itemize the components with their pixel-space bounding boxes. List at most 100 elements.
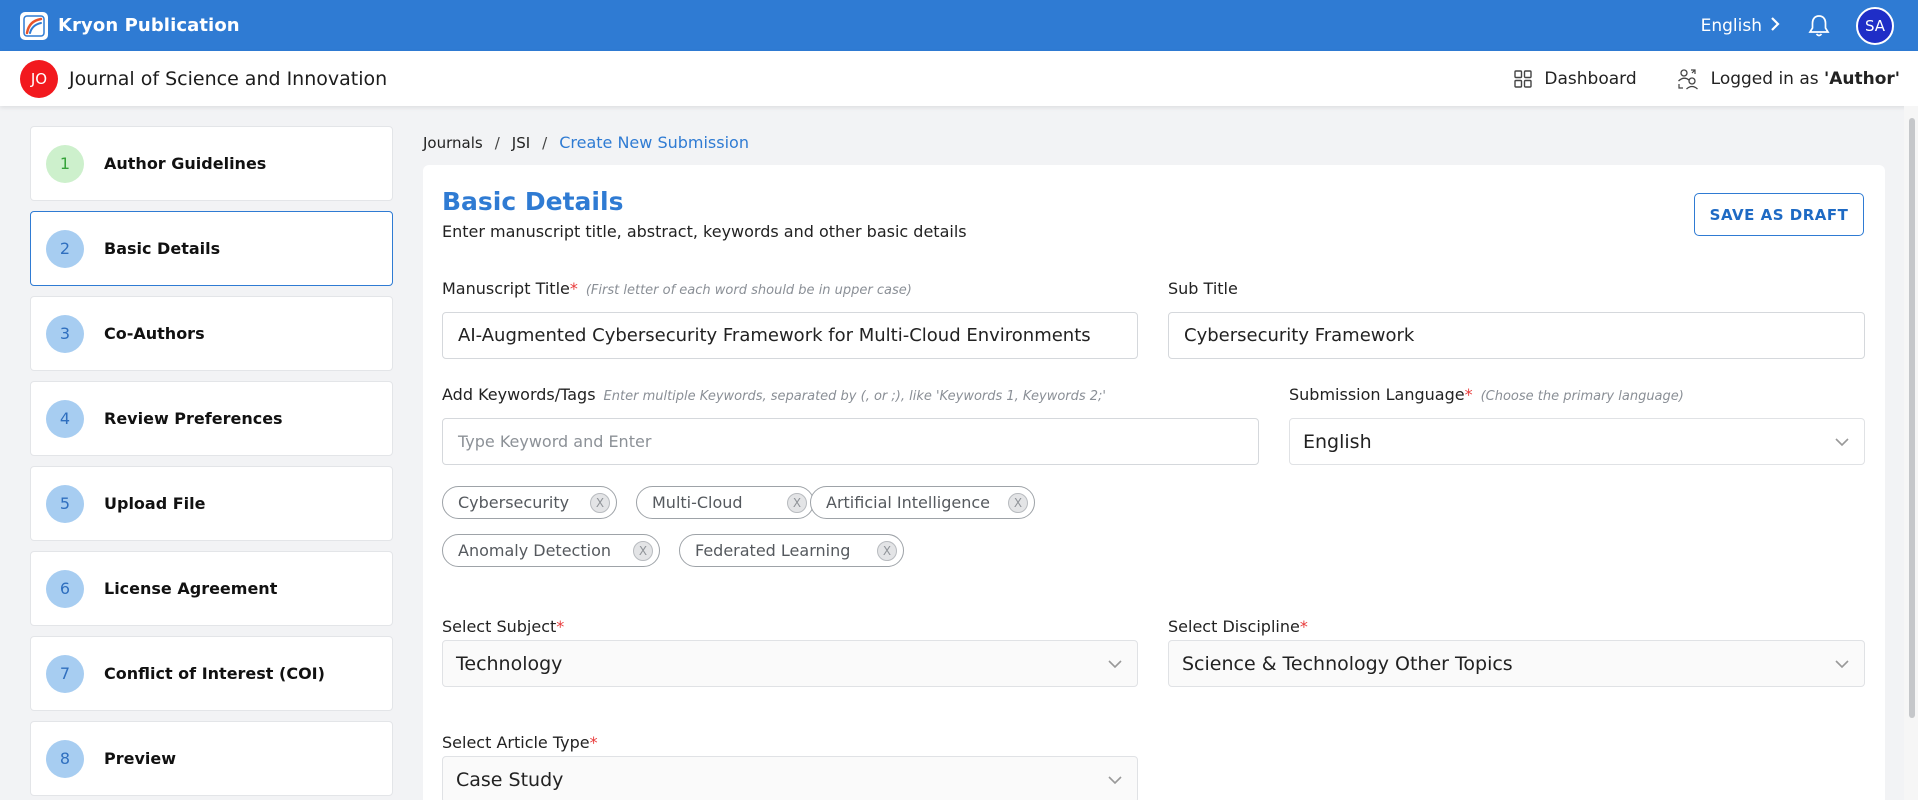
discipline-select[interactable]: Science & Technology Other Topics (1168, 640, 1865, 687)
user-role: 'Author' (1824, 68, 1900, 89)
submission-language-select[interactable]: English (1289, 418, 1865, 465)
step-label: Basic Details (104, 239, 221, 258)
keyword-tag: Multi-Cloud X (636, 486, 814, 519)
keyword-tag: Artificial Intelligence X (810, 486, 1035, 519)
scrollbar-thumb[interactable] (1909, 118, 1915, 718)
required-marker: * (589, 733, 598, 752)
step-number: 5 (46, 484, 84, 523)
keyword-tag: Cybersecurity X (442, 486, 617, 519)
article-type-select[interactable]: Case Study (442, 756, 1138, 800)
step-label: Upload File (104, 494, 206, 513)
tag-label: Artificial Intelligence (826, 493, 990, 512)
dashboard-link[interactable]: Dashboard (1514, 68, 1637, 89)
close-icon[interactable]: X (1008, 493, 1028, 513)
role-switcher[interactable]: Logged in as 'Author' (1677, 68, 1900, 90)
manuscript-title-label: Manuscript Title* (First letter of each w… (442, 279, 912, 298)
label-text: Add Keywords/Tags (442, 385, 596, 404)
breadcrumb-current: Create New Submission (559, 133, 749, 152)
step-number: 2 (46, 229, 84, 268)
breadcrumb-journals[interactable]: Journals (423, 134, 483, 152)
keyword-tag: Anomaly Detection X (442, 534, 660, 567)
journal-title: Journal of Science and Innovation (69, 67, 388, 90)
language-selector[interactable]: English (1701, 16, 1780, 36)
selected-value: Case Study (456, 768, 564, 791)
topbar-actions: English SA (1701, 0, 1894, 51)
discipline-label: Select Discipline* (1168, 617, 1308, 636)
tag-label: Anomaly Detection (458, 541, 611, 560)
step-basic-details[interactable]: 2 Basic Details (30, 211, 393, 286)
dashboard-grid-icon (1514, 69, 1533, 88)
close-icon[interactable]: X (590, 493, 610, 513)
chevron-down-icon (1108, 776, 1122, 785)
step-author-guidelines[interactable]: 1 Author Guidelines (30, 126, 393, 201)
dashboard-label: Dashboard (1544, 68, 1637, 89)
top-app-bar: Kryon Publication English SA (0, 0, 1918, 51)
required-marker: * (556, 617, 565, 636)
brand[interactable]: Kryon Publication (20, 11, 240, 40)
user-avatar[interactable]: SA (1856, 6, 1894, 45)
step-conflict-of-interest[interactable]: 7 Conflict of Interest (COI) (30, 636, 393, 711)
page-scrollbar[interactable] (1904, 106, 1918, 800)
step-license-agreement[interactable]: 6 License Agreement (30, 551, 393, 626)
step-label: Preview (104, 749, 177, 768)
breadcrumb-separator: / (494, 133, 500, 152)
language-label: English (1700, 15, 1762, 36)
basic-details-card: Basic Details Enter manuscript title, ab… (423, 165, 1885, 800)
keyword-input[interactable]: Type Keyword and Enter (442, 418, 1259, 465)
field-hint: (Choose the primary language) (1480, 389, 1684, 404)
selected-value: English (1303, 430, 1372, 453)
step-label: License Agreement (104, 579, 278, 598)
selected-value: Science & Technology Other Topics (1182, 652, 1513, 675)
chevron-down-icon (1835, 660, 1849, 669)
tag-label: Cybersecurity (458, 493, 570, 512)
label-text: Manuscript Title (442, 279, 570, 298)
chevron-down-icon (1835, 438, 1849, 447)
step-label: Co-Authors (104, 324, 205, 343)
step-number: 4 (46, 399, 84, 438)
step-co-authors[interactable]: 3 Co-Authors (30, 296, 393, 371)
submission-steps: 1 Author Guidelines 2 Basic Details 3 Co… (30, 126, 393, 800)
step-upload-file[interactable]: 5 Upload File (30, 466, 393, 541)
label-text: Submission Language (1289, 385, 1465, 404)
step-number: 7 (46, 654, 84, 693)
step-number: 6 (46, 569, 84, 608)
chevron-down-icon (1108, 660, 1122, 669)
section-subtitle: Enter manuscript title, abstract, keywor… (442, 222, 967, 241)
step-preview[interactable]: 8 Preview (30, 721, 393, 796)
close-icon[interactable]: X (877, 541, 897, 561)
label-text: Select Subject (442, 617, 557, 636)
subject-label: Select Subject* (442, 617, 564, 636)
close-icon[interactable]: X (787, 493, 807, 513)
kryon-logo-icon (20, 11, 48, 40)
step-number: 8 (46, 739, 84, 778)
step-review-preferences[interactable]: 4 Review Preferences (30, 381, 393, 456)
article-type-label: Select Article Type* (442, 733, 598, 752)
submission-language-label: Submission Language* (Choose the primary … (1289, 385, 1684, 404)
subject-select[interactable]: Technology (442, 640, 1138, 687)
breadcrumb: Journals / JSI / Create New Submission (423, 133, 749, 152)
save-as-draft-button[interactable]: SAVE AS DRAFT (1694, 193, 1864, 236)
required-marker: * (569, 279, 578, 298)
journal-bar-actions: Dashboard Logged in as 'Author' (1514, 51, 1900, 106)
selected-value: Technology (456, 652, 563, 675)
manuscript-title-input[interactable]: AI-Augmented Cybersecurity Framework for… (442, 312, 1138, 359)
tag-label: Multi-Cloud (652, 493, 743, 512)
step-label: Conflict of Interest (COI) (104, 664, 325, 683)
section-title: Basic Details (442, 187, 624, 216)
chevron-right-icon (1770, 16, 1780, 35)
required-marker: * (1299, 617, 1308, 636)
close-icon[interactable]: X (633, 541, 653, 561)
app-name: Kryon Publication (58, 15, 240, 36)
sub-title-input[interactable]: Cybersecurity Framework (1168, 312, 1865, 359)
step-number: 3 (46, 314, 84, 353)
breadcrumb-jsi[interactable]: JSI (512, 134, 530, 152)
bell-icon[interactable] (1806, 13, 1832, 39)
step-number: 1 (46, 144, 84, 183)
journal-bar: JO Journal of Science and Innovation Das… (0, 51, 1918, 106)
label-text: Select Article Type (442, 733, 590, 752)
label-text: Select Discipline (1168, 617, 1300, 636)
logged-in-text: Logged in as 'Author' (1711, 69, 1900, 89)
sub-title-label: Sub Title (1168, 279, 1238, 298)
step-label: Author Guidelines (104, 154, 267, 173)
breadcrumb-separator: / (542, 133, 548, 152)
